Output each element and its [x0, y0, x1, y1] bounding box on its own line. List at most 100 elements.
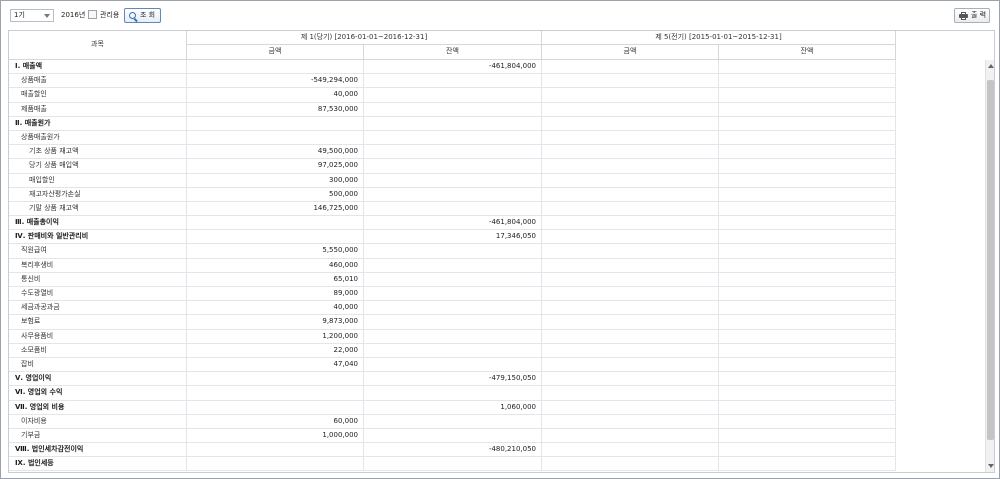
table-row[interactable]: 소모품비 22,000: [9, 343, 896, 358]
row-previous-balance: [719, 258, 896, 272]
table-row[interactable]: 제품매출 87,530,000: [9, 102, 896, 117]
row-current-amount: 49,500,000: [187, 145, 364, 159]
table-row[interactable]: Ⅵ. 영업외 수익: [9, 386, 896, 401]
row-previous-amount: [542, 329, 719, 343]
table-row[interactable]: Ⅱ. 매출원가: [9, 116, 896, 131]
vertical-scrollbar[interactable]: [985, 60, 994, 472]
table-row[interactable]: Ⅰ. 매출액 -461,804,000: [9, 60, 896, 75]
row-current-balance: 17,346,050: [364, 230, 542, 244]
row-current-balance: [364, 457, 542, 471]
table-row[interactable]: Ⅷ. 법인세차감전이익 -480,210,050: [9, 443, 896, 458]
search-icon: [129, 12, 136, 19]
row-current-amount: 60,000: [187, 414, 364, 428]
row-current-amount: [187, 130, 364, 145]
period-select[interactable]: 1기: [10, 9, 54, 22]
row-current-amount: [187, 372, 364, 386]
row-previous-amount: [542, 272, 719, 286]
row-previous-amount: [542, 187, 719, 201]
row-subject: 사무용품비: [9, 329, 187, 343]
header-previous-balance[interactable]: 잔액: [719, 45, 896, 60]
row-current-amount: 47,040: [187, 357, 364, 372]
table-row[interactable]: Ⅳ. 판매비와 일반관리비 17,346,050: [9, 230, 896, 245]
row-subject: 재고자산평가손실: [9, 187, 187, 201]
table-row[interactable]: 재고자산평가손실 500,000: [9, 187, 896, 202]
row-previous-amount: [542, 343, 719, 357]
row-previous-balance: [719, 443, 896, 457]
header-subject[interactable]: 과목: [9, 31, 187, 60]
table-row[interactable]: 세금과공과금 40,000: [9, 301, 896, 316]
row-subject: 기초 상품 재고액: [9, 145, 187, 159]
row-subject: 기부금: [9, 428, 187, 443]
table-row[interactable]: 상품매출 -549,294,000: [9, 74, 896, 89]
table-row[interactable]: Ⅶ. 영업외 비용 1,060,000: [9, 400, 896, 415]
row-current-amount: 22,000: [187, 343, 364, 357]
table-row[interactable]: 이자비용 60,000: [9, 414, 896, 429]
table-row[interactable]: Ⅲ. 매출총이익 -461,804,000: [9, 216, 896, 231]
row-current-balance: -479,150,050: [364, 372, 542, 386]
table-row[interactable]: 당기 상품 매입액 97,025,000: [9, 159, 896, 174]
row-current-amount: 40,000: [187, 88, 364, 102]
row-current-amount: 89,000: [187, 287, 364, 301]
row-previous-amount: [542, 116, 719, 130]
row-current-amount: 5,550,000: [187, 244, 364, 258]
row-previous-balance: [719, 400, 896, 414]
table-row[interactable]: Ⅴ. 영업이익 -479,150,050: [9, 372, 896, 387]
row-previous-balance: [719, 372, 896, 386]
row-previous-amount: [542, 301, 719, 315]
row-previous-amount: [542, 287, 719, 301]
row-previous-amount: [542, 386, 719, 400]
row-subject: 보험료: [9, 315, 187, 329]
row-previous-balance: [719, 329, 896, 343]
table-row[interactable]: 보험료 9,873,000: [9, 315, 896, 330]
row-previous-balance: [719, 187, 896, 201]
table-row[interactable]: 기부금 1,000,000: [9, 428, 896, 444]
row-subject: 매입할인: [9, 173, 187, 187]
row-current-amount: 500,000: [187, 187, 364, 201]
table-row[interactable]: 상품매출원가: [9, 130, 896, 146]
row-current-balance: [364, 428, 542, 443]
table-row[interactable]: 수도광열비 89,000: [9, 287, 896, 302]
row-previous-amount: [542, 244, 719, 258]
table-row[interactable]: Ⅸ. 법인세등: [9, 457, 896, 472]
header-current-amount[interactable]: 금액: [187, 45, 364, 60]
row-subject: 매출할인: [9, 88, 187, 102]
row-subject: 직원급여: [9, 244, 187, 258]
toolbar: 1기 2016년 관리용 조 회 출 력: [0, 0, 1000, 28]
admin-checkbox[interactable]: [88, 10, 97, 19]
row-current-balance: [364, 159, 542, 173]
table-row[interactable]: 잡비 47,040: [9, 357, 896, 373]
row-previous-amount: [542, 173, 719, 187]
print-button[interactable]: 출 력: [954, 8, 990, 23]
row-current-balance: [364, 414, 542, 428]
row-current-balance: [364, 244, 542, 258]
scroll-up-icon[interactable]: [988, 64, 994, 68]
row-previous-balance: [719, 457, 896, 471]
scroll-down-icon[interactable]: [988, 464, 994, 468]
row-subject: Ⅲ. 매출총이익: [9, 216, 187, 230]
period-select-value: 1기: [14, 11, 25, 19]
row-current-balance: [364, 88, 542, 102]
table-row[interactable]: 기말 상품 재고액 146,725,000: [9, 201, 896, 217]
row-previous-amount: [542, 357, 719, 372]
table-row[interactable]: 통신비 65,010: [9, 272, 896, 287]
table-row[interactable]: 기초 상품 재고액 49,500,000: [9, 145, 896, 160]
header-current-balance[interactable]: 잔액: [364, 45, 542, 60]
table-row[interactable]: 매입할인 300,000: [9, 173, 896, 188]
row-current-balance: [364, 386, 542, 400]
row-current-amount: 97,025,000: [187, 159, 364, 173]
table-row[interactable]: 직원급여 5,550,000: [9, 244, 896, 259]
table-row[interactable]: 사무용품비 1,200,000: [9, 329, 896, 344]
search-button[interactable]: 조 회: [124, 8, 161, 23]
grid-body: Ⅰ. 매출액 -461,804,000 상품매출 -549,294,000 매출할인 40…: [9, 60, 896, 472]
row-previous-balance: [719, 102, 896, 116]
table-row[interactable]: 매출할인 40,000: [9, 88, 896, 103]
table-row[interactable]: 복리후생비 460,000: [9, 258, 896, 273]
scrollbar-thumb[interactable]: [987, 80, 994, 440]
row-subject: Ⅶ. 영업외 비용: [9, 400, 187, 414]
row-previous-balance: [719, 88, 896, 102]
header-previous-amount[interactable]: 금액: [542, 45, 719, 60]
row-previous-balance: [719, 74, 896, 88]
income-statement-grid: 과목 제 1(당기) [2016-01-01~2016-12-31] 제 5(전…: [8, 30, 995, 473]
row-subject: Ⅰ. 매출액: [9, 60, 187, 74]
row-previous-amount: [542, 457, 719, 471]
